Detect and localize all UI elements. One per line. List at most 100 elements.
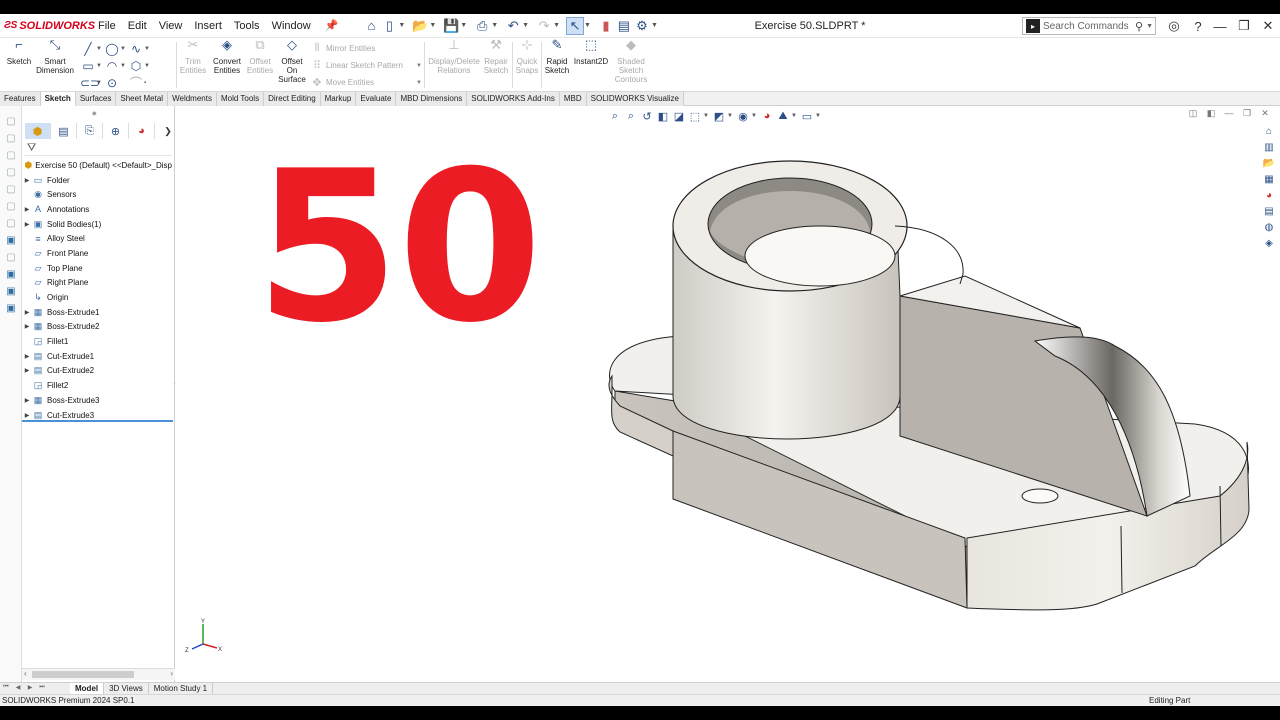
close-icon[interactable]: ✕ [1256,18,1280,34]
shaded-sketch-contours-button[interactable]: ◆ Shaded Sketch Contours [612,38,650,84]
strip-tool-9-icon[interactable]: ▢ [0,252,22,269]
tab-direct-editing[interactable]: Direct Editing [264,92,321,106]
rapid-sketch-button[interactable]: ✎ Rapid Sketch [543,38,571,75]
circle-dropdown-icon[interactable]: ▼ [120,46,128,52]
tab-mbd-dimensions[interactable]: MBD Dimensions [396,92,468,106]
strip-tool-10-icon[interactable]: ▣ [0,269,22,286]
home-icon[interactable]: ⌂ [362,17,380,35]
redo-dropdown-icon[interactable]: ▼ [553,22,560,29]
search-scope-icon[interactable]: ▸ [1026,19,1040,33]
linear-sketch-pattern-button[interactable]: ⠿ Linear Sketch Pattern ▼ [310,57,422,74]
undo-dropdown-icon[interactable]: ▼ [522,22,529,29]
tree-item-boss-extrude1[interactable]: ▶ ▦ Boss-Extrude1 [22,305,172,320]
expand-chevron-icon[interactable]: ▶ [22,397,32,404]
configuration-manager-tab-icon[interactable]: ⎘ [77,123,103,139]
solidworks-logo[interactable]: ƧS SOLIDWORKS [0,20,95,32]
strip-tool-7-icon[interactable]: ▢ [0,218,22,235]
help-icon[interactable]: ? [1186,19,1210,34]
circle-icon[interactable]: ◯ [104,42,120,56]
property-manager-tab-icon[interactable]: ▤ [51,123,77,139]
tree-item-cut-extrude2[interactable]: ▶ ▤ Cut-Extrude2 [22,364,172,379]
search-dropdown-icon[interactable]: ▼ [1146,23,1153,30]
convert-entities-button[interactable]: ◈ Convert Entities [210,38,244,75]
tree-item-top-plane[interactable]: ▱ Top Plane [22,261,172,276]
pin-menu-icon[interactable]: 📌 [319,19,345,32]
next-tab-icon[interactable]: ▶ [24,684,36,694]
tab-weldments[interactable]: Weldments [168,92,217,106]
rebuild-icon[interactable]: ▮ [597,17,615,35]
select-dropdown-icon[interactable]: ▼ [584,22,591,29]
expand-chevron-icon[interactable]: ▶ [22,412,32,419]
expand-chevron-icon[interactable]: ▶ [22,309,32,316]
offset-on-surface-button[interactable]: ◇ Offset On Surface [277,38,307,84]
panel-grip-icon[interactable]: ◆ [92,110,97,117]
tree-item-boss-extrude3[interactable]: ▶ ▦ Boss-Extrude3 [22,393,172,408]
options-dropdown-icon[interactable]: ▼ [651,22,658,29]
smart-dimension-button[interactable]: ⤡ Smart Dimension [36,38,74,75]
tab-evaluate[interactable]: Evaluate [356,92,397,106]
redo-icon[interactable]: ↷ [535,17,553,35]
sketch-button[interactable]: ⌐ Sketch [4,38,34,66]
tree-item-cut-extrude1[interactable]: ▶ ▤ Cut-Extrude1 [22,349,172,364]
strip-tool-5-icon[interactable]: ▢ [0,184,22,201]
tab-markup[interactable]: Markup [320,92,357,106]
tree-item-origin[interactable]: ↳ Origin [22,290,172,305]
feature-manager-tab-icon[interactable]: ⬢ [25,123,51,139]
expand-chevron-icon[interactable]: ▶ [22,177,32,184]
move-entities-button[interactable]: ✥ Move Entities ▼ [310,74,422,91]
point-icon[interactable]: ⊙ [104,76,120,90]
expand-chevron-icon[interactable]: ▶ [22,221,32,228]
expand-chevron-icon[interactable]: ▶ [22,323,32,330]
tree-item-fillet1[interactable]: ◲ Fillet1 [22,334,172,349]
trim-entities-button[interactable]: ✂ Trim Entities [178,38,208,75]
tree-filter[interactable]: ⛛ [24,142,172,156]
menu-tools[interactable]: Tools [228,20,266,32]
scroll-right-icon[interactable]: › [170,669,173,678]
rectangle-dropdown-icon[interactable]: ▼ [96,63,104,69]
tab-solidworks-visualize[interactable]: SOLIDWORKS Visualize [586,92,684,106]
line-icon[interactable]: ╱ [80,42,96,56]
tree-item-front-plane[interactable]: ▱ Front Plane [22,246,172,261]
expand-chevron-icon[interactable]: ▶ [22,206,32,213]
quick-snaps-button[interactable]: ⊹ Quick Snaps [514,38,540,75]
new-document-icon[interactable]: ▯ [380,17,398,35]
centerline-icon[interactable]: ⌒ [128,74,144,91]
last-tab-icon[interactable]: ⏭ [36,684,48,694]
tab-model[interactable]: Model [70,683,105,694]
restore-icon[interactable]: ❐ [1232,18,1256,34]
save-dropdown-icon[interactable]: ▼ [460,22,467,29]
rectangle-icon[interactable]: ▭ [80,59,96,73]
polygon-dropdown-icon[interactable]: ▼ [144,63,152,69]
dimxpert-tab-icon[interactable]: ⊕ [103,123,129,139]
tree-item-sensors[interactable]: ◉ Sensors [22,187,172,202]
menu-insert[interactable]: Insert [188,20,228,32]
tab-mold-tools[interactable]: Mold Tools [216,92,265,106]
scroll-left-icon[interactable]: ‹ [24,669,27,678]
tree-item-folder[interactable]: ▶ ▭ Folder [22,173,172,188]
menu-edit[interactable]: Edit [122,20,153,32]
save-icon[interactable]: 💾 [442,17,460,35]
mirror-entities-button[interactable]: ⫴ Mirror Entities [310,40,422,57]
options-gear-icon[interactable]: ⚙ [633,17,651,35]
undo-icon[interactable]: ↶ [504,17,522,35]
slot-icon[interactable]: ⊂⊃ [80,76,100,90]
display-manager-tab-icon[interactable]: ◕ [129,123,155,139]
arc-icon[interactable]: ◠ [104,59,120,73]
tab-mbd[interactable]: MBD [559,92,587,106]
rollback-bar[interactable] [22,420,173,422]
tab-3d-views[interactable]: 3D Views [104,683,149,694]
spline-icon[interactable]: ∿ [128,42,144,56]
tree-horizontal-scrollbar[interactable]: ‹ › [22,668,175,680]
graphics-area[interactable]: ⌕ ⌕ ↺ ◧ ◪ ⬚ ▼ ◩ ▼ ◉ ▼ ◕ ⛰ ▼ ▭ ▼ ◫ ◧ — ❐ ✕ ⌂ ▥… [175,106,1280,682]
first-tab-icon[interactable]: ⏮ [0,684,12,694]
expand-chevron-icon[interactable]: ▶ [22,367,32,374]
slot-dropdown-icon[interactable]: ▼ [96,80,104,86]
scrollbar-thumb[interactable] [32,671,134,678]
strip-tool-2-icon[interactable]: ▢ [0,133,22,150]
filter-icon[interactable]: ⛛ [27,142,36,154]
tree-root-part[interactable]: ⬢ Exercise 50 (Default) <<Default>_Disp [22,158,172,173]
search-commands-field[interactable]: ▸ Search Commands ⚲ ▼ [1022,17,1156,35]
search-input[interactable]: Search Commands [1043,21,1129,32]
tab-surfaces[interactable]: Surfaces [75,92,117,106]
strip-tool-12-icon[interactable]: ▣ [0,303,22,320]
